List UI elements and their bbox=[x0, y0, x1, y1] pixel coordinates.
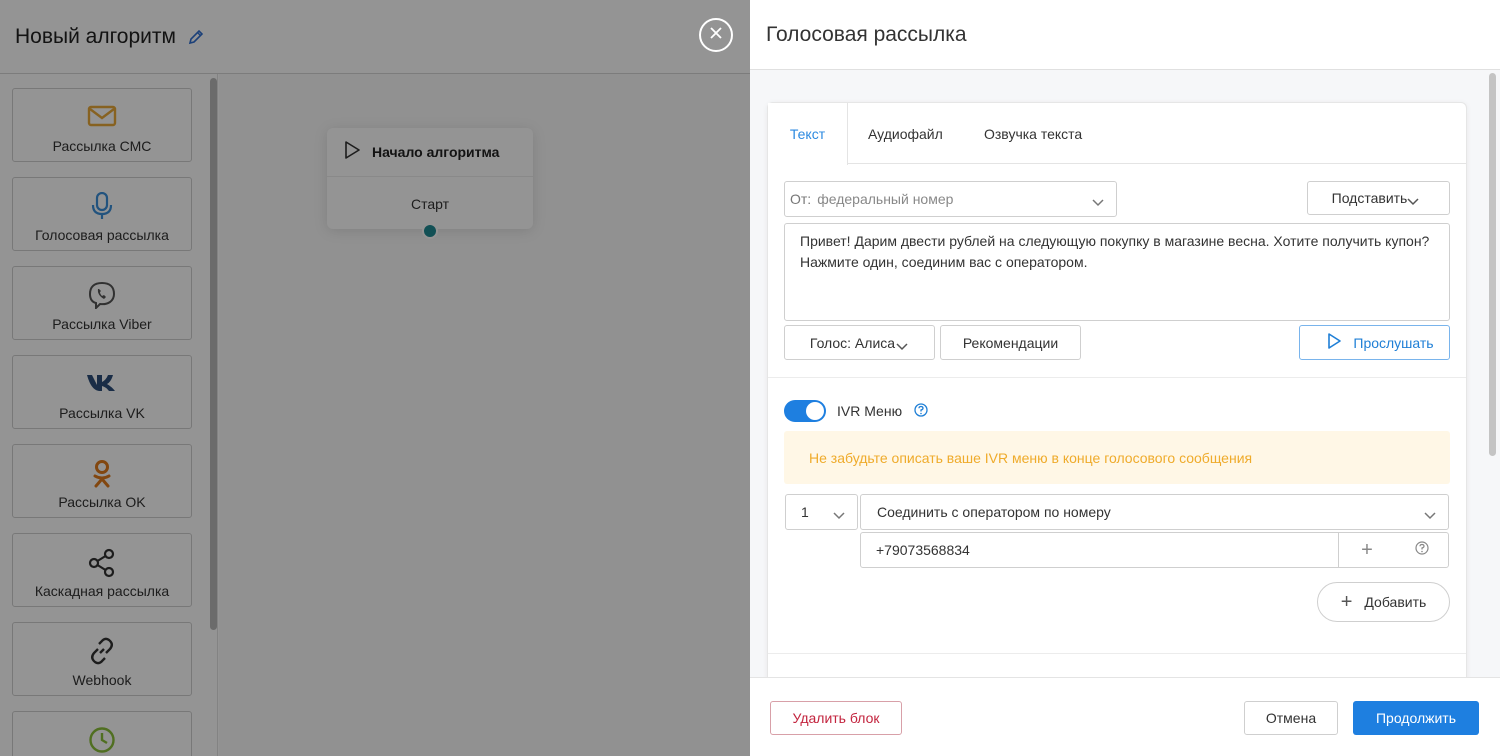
help-icon bbox=[1414, 540, 1429, 560]
add-phone-button[interactable]: + bbox=[1339, 533, 1395, 567]
ivr-key-value: 1 bbox=[801, 504, 809, 520]
chevron-down-icon bbox=[896, 338, 908, 354]
divider bbox=[768, 653, 1466, 654]
chevron-down-icon bbox=[1092, 194, 1104, 210]
ivr-key-select[interactable]: 1 bbox=[785, 494, 858, 530]
ivr-warning: Не забудьте описать ваше IVR меню в конц… bbox=[784, 431, 1450, 484]
cancel-button[interactable]: Отмена bbox=[1244, 701, 1338, 735]
tabs-bar: Текст Аудиофайл Озвучка текста bbox=[768, 103, 1466, 165]
add-label: Добавить bbox=[1364, 594, 1427, 610]
add-ivr-item-button[interactable]: + Добавить bbox=[1317, 582, 1450, 622]
panel-footer: Удалить блок Отмена Продолжить bbox=[750, 677, 1500, 756]
ivr-toggle[interactable] bbox=[784, 400, 826, 422]
continue-button[interactable]: Продолжить bbox=[1353, 701, 1479, 735]
close-button[interactable] bbox=[699, 18, 733, 52]
help-icon[interactable] bbox=[914, 403, 928, 422]
settings-card: Текст Аудиофайл Озвучка текста От: федер… bbox=[767, 102, 1467, 677]
listen-label: Прослушать bbox=[1353, 334, 1434, 351]
plus-icon: + bbox=[1340, 591, 1353, 613]
tab-audiofile[interactable]: Аудиофайл bbox=[868, 103, 943, 164]
chevron-down-icon bbox=[833, 507, 845, 523]
phone-input[interactable]: +79073568834 bbox=[861, 533, 1339, 567]
substitute-button[interactable]: Подставить bbox=[1307, 181, 1450, 215]
chevron-down-icon bbox=[1407, 193, 1419, 209]
ivr-action-value: Соединить с оператором по номеру bbox=[877, 504, 1111, 520]
play-icon bbox=[1327, 333, 1342, 352]
delete-block-button[interactable]: Удалить блок bbox=[770, 701, 902, 735]
panel-header: Голосовая рассылка bbox=[750, 0, 1500, 70]
ivr-label: IVR Меню bbox=[837, 403, 903, 419]
voice-select[interactable]: Голос: Алиса bbox=[784, 325, 935, 360]
recommendations-button[interactable]: Рекомендации bbox=[940, 325, 1081, 360]
ivr-action-select[interactable]: Соединить с оператором по номеру bbox=[860, 494, 1449, 530]
substitute-label: Подставить bbox=[1331, 190, 1408, 206]
voice-mailing-panel: Голосовая рассылка Текст Аудиофайл Озвуч… bbox=[750, 0, 1500, 756]
listen-button[interactable]: Прослушать bbox=[1299, 325, 1450, 360]
algorithm-editor: Новый алгоритм Рассылка СМС Голосовая ра… bbox=[0, 0, 750, 756]
voice-select-value: Голос: Алиса bbox=[809, 334, 896, 351]
tab-text-to-speech[interactable]: Озвучка текста bbox=[984, 103, 1082, 164]
modal-overlay bbox=[0, 0, 750, 756]
message-textarea[interactable]: Привет! Дарим двести рублей на следующую… bbox=[784, 223, 1450, 321]
sender-select-label: От: bbox=[790, 191, 812, 207]
panel-scrollbar[interactable] bbox=[1489, 73, 1496, 456]
close-icon bbox=[710, 26, 722, 44]
sender-select-value: федеральный номер bbox=[817, 191, 954, 207]
phone-help[interactable] bbox=[1395, 533, 1448, 567]
phone-input-group: +79073568834 + bbox=[860, 532, 1449, 568]
chevron-down-icon bbox=[1424, 507, 1436, 523]
sender-select[interactable]: От: федеральный номер bbox=[784, 181, 1117, 217]
panel-title: Голосовая рассылка bbox=[766, 22, 967, 46]
tab-text[interactable]: Текст bbox=[768, 103, 848, 165]
panel-body: Текст Аудиофайл Озвучка текста От: федер… bbox=[750, 70, 1500, 677]
divider bbox=[768, 377, 1466, 378]
plus-icon: + bbox=[1361, 538, 1373, 561]
